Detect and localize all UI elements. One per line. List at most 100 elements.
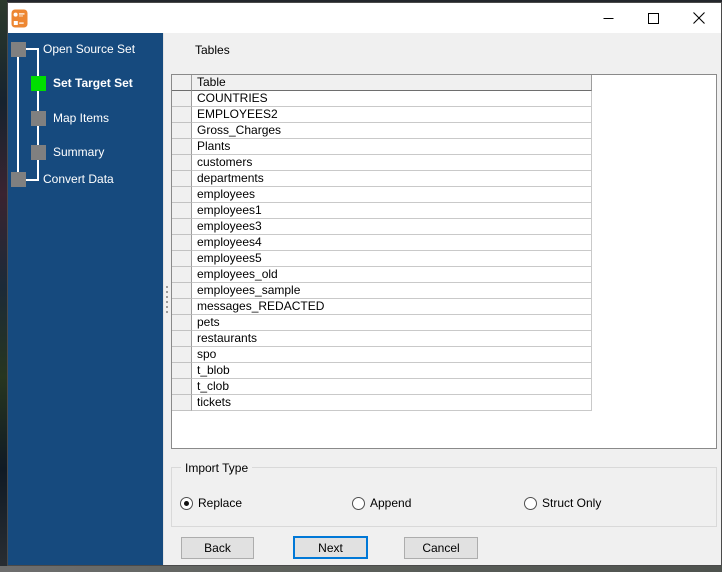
table-row[interactable]: Gross_Charges xyxy=(172,123,716,139)
radio-replace[interactable]: Replace xyxy=(180,496,242,510)
table-row[interactable]: t_blob xyxy=(172,363,716,379)
sidebar-splitter[interactable] xyxy=(163,33,171,565)
table-name-cell[interactable]: departments xyxy=(192,171,592,187)
radio-circle-icon xyxy=(352,496,365,510)
step-label-summary[interactable]: Summary xyxy=(53,145,104,160)
title-bar[interactable] xyxy=(8,3,721,33)
row-selector-cell[interactable] xyxy=(172,203,192,219)
table-row[interactable]: COUNTRIES xyxy=(172,91,716,107)
step-square-set-target-set xyxy=(31,76,46,91)
wizard-steps-sidebar: Open Source Set Set Target Set Map Items… xyxy=(8,33,163,565)
row-selector-cell[interactable] xyxy=(172,363,192,379)
table-row[interactable]: employees5 xyxy=(172,251,716,267)
table-name-cell[interactable]: employees4 xyxy=(192,235,592,251)
row-selector-cell[interactable] xyxy=(172,91,192,107)
row-selector-cell[interactable] xyxy=(172,299,192,315)
table-row[interactable]: tickets xyxy=(172,395,716,411)
step-label-map-items[interactable]: Map Items xyxy=(53,111,109,126)
close-button[interactable] xyxy=(676,3,721,33)
table-row[interactable]: t_clob xyxy=(172,379,716,395)
table-name-cell[interactable]: pets xyxy=(192,315,592,331)
row-selector-cell[interactable] xyxy=(172,347,192,363)
table-name-cell[interactable]: spo xyxy=(192,347,592,363)
table-row[interactable]: spo xyxy=(172,347,716,363)
row-selector-cell[interactable] xyxy=(172,123,192,139)
row-selector-cell[interactable] xyxy=(172,315,192,331)
back-button[interactable]: Back xyxy=(181,537,254,559)
wizard-window: Open Source Set Set Target Set Map Items… xyxy=(7,2,722,566)
main-content: Tables Table COUNTRIES EMPLOYEES2 Gross_Ch… xyxy=(171,33,721,565)
table-name-cell[interactable]: messages_REDACTED xyxy=(192,299,592,315)
table-name-cell[interactable]: customers xyxy=(192,155,592,171)
table-row[interactable]: departments xyxy=(172,171,716,187)
import-type-groupbox: Import Type Replace Append Struct Only xyxy=(171,461,717,527)
row-selector-cell[interactable] xyxy=(172,171,192,187)
app-icon xyxy=(11,9,28,27)
row-selector-cell[interactable] xyxy=(172,379,192,395)
table-name-cell[interactable]: employees5 xyxy=(192,251,592,267)
row-selector-cell[interactable] xyxy=(172,235,192,251)
maximize-icon xyxy=(648,12,659,24)
table-row[interactable]: employees xyxy=(172,187,716,203)
next-button[interactable]: Next xyxy=(293,536,368,559)
desktop-taskbar-strip xyxy=(0,566,722,572)
table-name-cell[interactable]: Gross_Charges xyxy=(192,123,592,139)
table-row[interactable]: customers xyxy=(172,155,716,171)
table-name-cell[interactable]: COUNTRIES xyxy=(192,91,592,107)
maximize-button[interactable] xyxy=(631,3,676,33)
row-selector-cell[interactable] xyxy=(172,283,192,299)
table-row[interactable]: employees1 xyxy=(172,203,716,219)
caption-buttons xyxy=(586,3,721,33)
table-name-cell[interactable]: employees1 xyxy=(192,203,592,219)
step-label-set-target-set[interactable]: Set Target Set xyxy=(53,76,133,91)
table-name-cell[interactable]: employees3 xyxy=(192,219,592,235)
table-name-cell[interactable]: EMPLOYEES2 xyxy=(192,107,592,123)
table-row[interactable]: employees3 xyxy=(172,219,716,235)
connector-line xyxy=(26,179,39,181)
table-name-cell[interactable]: t_blob xyxy=(192,363,592,379)
table-row[interactable]: messages_REDACTED xyxy=(172,299,716,315)
table-row[interactable]: restaurants xyxy=(172,331,716,347)
step-square-summary xyxy=(31,145,46,160)
table-row[interactable]: EMPLOYEES2 xyxy=(172,107,716,123)
radio-append[interactable]: Append xyxy=(352,496,411,510)
row-selector-cell[interactable] xyxy=(172,107,192,123)
step-label-convert-data[interactable]: Convert Data xyxy=(43,172,114,187)
row-selector-cell[interactable] xyxy=(172,219,192,235)
radio-label: Replace xyxy=(198,496,243,510)
step-label-open-source-set[interactable]: Open Source Set xyxy=(43,42,135,57)
step-square-convert-data xyxy=(11,172,26,187)
table-name-cell[interactable]: restaurants xyxy=(192,331,592,347)
table-name-cell[interactable]: Plants xyxy=(192,139,592,155)
table-name-cell[interactable]: t_clob xyxy=(192,379,592,395)
tables-grid-header-row: Table xyxy=(172,75,716,91)
radio-circle-icon xyxy=(524,496,537,510)
table-row[interactable]: pets xyxy=(172,315,716,331)
row-selector-cell[interactable] xyxy=(172,139,192,155)
table-row[interactable]: employees_old xyxy=(172,267,716,283)
cancel-button[interactable]: Cancel xyxy=(404,537,478,559)
row-selector-cell[interactable] xyxy=(172,251,192,267)
table-row[interactable]: employees4 xyxy=(172,235,716,251)
row-selector-cell[interactable] xyxy=(172,187,192,203)
radio-struct-only[interactable]: Struct Only xyxy=(524,496,601,510)
row-selector-cell[interactable] xyxy=(172,331,192,347)
table-row[interactable]: employees_sample xyxy=(172,283,716,299)
row-selector-cell[interactable] xyxy=(172,395,192,411)
table-name-cell[interactable]: employees_old xyxy=(192,267,592,283)
radio-label: Struct Only xyxy=(542,496,602,510)
step-square-map-items xyxy=(31,111,46,126)
table-name-cell[interactable]: employees_sample xyxy=(192,283,592,299)
row-selector-cell[interactable] xyxy=(172,267,192,283)
table-name-cell[interactable]: employees xyxy=(192,187,592,203)
row-selector-cell[interactable] xyxy=(172,155,192,171)
radio-label: Append xyxy=(370,496,412,510)
table-row[interactable]: Plants xyxy=(172,139,716,155)
table-column-header[interactable]: Table xyxy=(192,75,592,91)
tables-grid-body: COUNTRIES EMPLOYEES2 Gross_Charges Plants cu… xyxy=(172,91,716,411)
table-name-cell[interactable]: tickets xyxy=(192,395,592,411)
row-selector-header-cell[interactable] xyxy=(172,75,192,91)
radio-circle-icon xyxy=(180,496,193,510)
tables-section-label: Tables xyxy=(195,43,230,57)
minimize-button[interactable] xyxy=(586,3,631,33)
